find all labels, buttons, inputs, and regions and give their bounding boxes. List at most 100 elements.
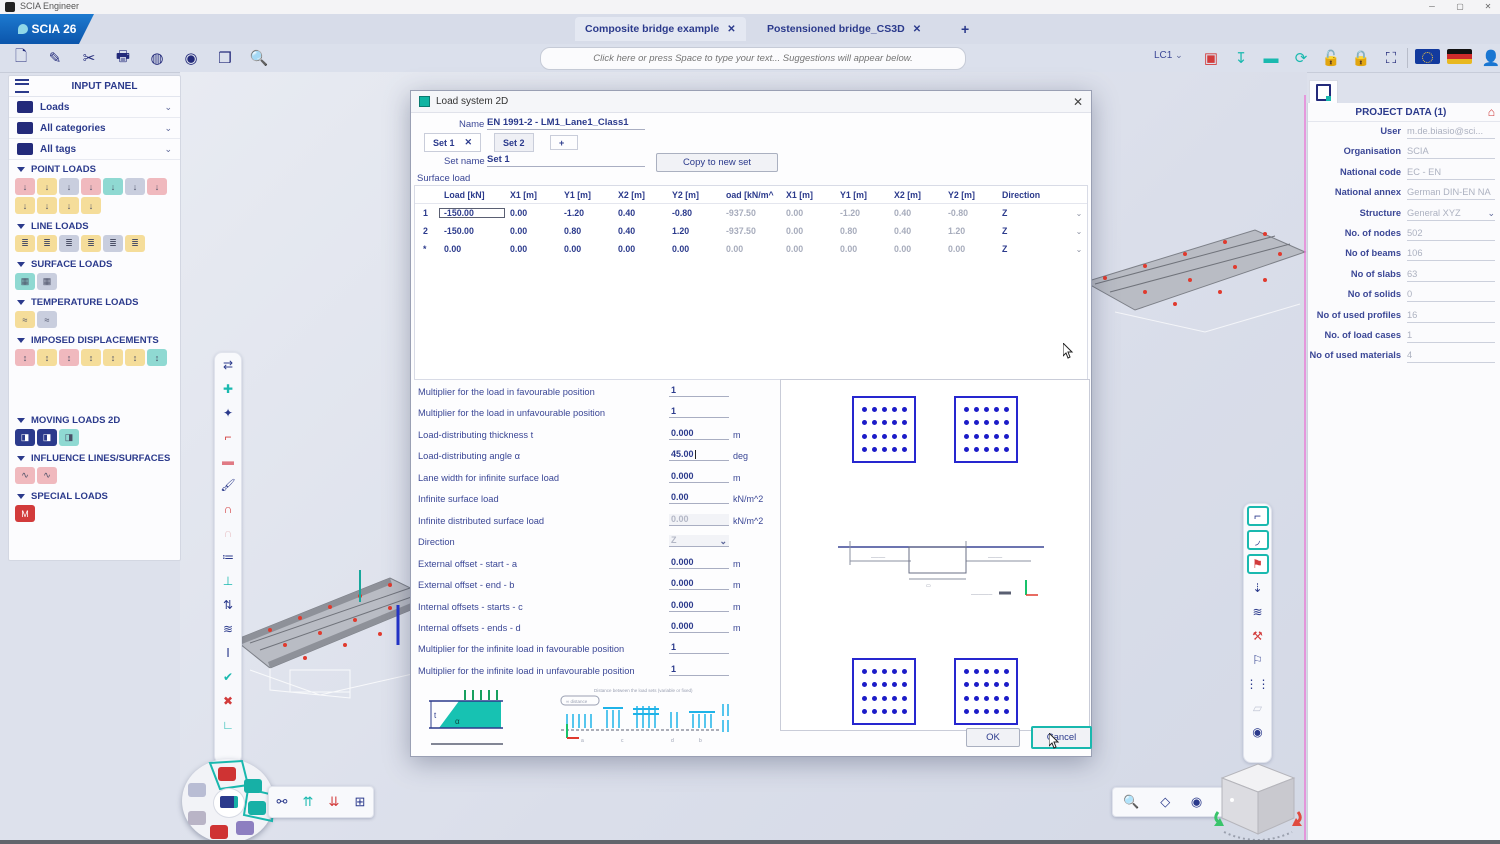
cell-1-0[interactable]: -150.00 [439, 208, 505, 218]
radial-item-girder-bridge[interactable] [248, 801, 266, 815]
close-tab-icon[interactable]: ✕ [727, 24, 735, 35]
cell-*-7[interactable]: 0.00 [835, 244, 889, 254]
steel-connection-icon[interactable]: ⌐ [1247, 506, 1269, 526]
move-node-icon[interactable]: ⇄ [218, 355, 238, 375]
support-pin-icon[interactable]: ⚑ [1247, 554, 1269, 574]
load-tool-icon-3-0[interactable]: ≈ [15, 311, 35, 328]
load-tool-icon-4-4[interactable]: ↕ [103, 349, 123, 366]
member-icon[interactable]: ▬ [1258, 46, 1284, 70]
model-icon[interactable]: ◍ [144, 46, 170, 70]
library-icon[interactable]: ❒ [212, 46, 238, 70]
cell-1-3[interactable]: 0.40 [613, 208, 667, 218]
layers-icon[interactable]: ≋ [218, 619, 238, 639]
minimize-button[interactable]: ─ [1420, 0, 1444, 13]
field-input-3[interactable]: 45.00 [669, 449, 729, 461]
hammer-icon[interactable]: ⚒ [1248, 626, 1268, 646]
load-tool-icon-4-1[interactable]: ↕ [37, 349, 57, 366]
undo-icon[interactable]: ↧ [1228, 46, 1254, 70]
angle-icon[interactable]: ∟ [218, 715, 238, 735]
field-input-0[interactable]: 1 [669, 385, 729, 397]
cell-1-7[interactable]: -1.20 [835, 208, 889, 218]
doc-tab-0[interactable]: Composite bridge example✕ [575, 17, 746, 41]
filter-all-tags[interactable]: All tags⌄ [9, 139, 180, 160]
load-tool-icon-0-6[interactable]: ↓ [147, 178, 167, 195]
cell-*-4[interactable]: 0.00 [667, 244, 721, 254]
name-input[interactable]: EN 1991-2 - LM1_Lane1_Class1 [487, 117, 645, 130]
project-data-tab[interactable] [1309, 80, 1338, 104]
curved-member-icon[interactable]: ◞ [1247, 530, 1269, 550]
new-tab-button[interactable]: + [951, 17, 979, 41]
flag-icon[interactable]: ⚐ [1248, 650, 1268, 670]
cell-2-5[interactable]: -937.50 [721, 226, 781, 236]
filter-all-categories[interactable]: All categories⌄ [9, 118, 180, 139]
field-input-5[interactable]: 0.00 [669, 492, 729, 504]
field-input-9[interactable]: 0.000 [669, 578, 729, 590]
cell-*-0[interactable]: 0.00 [439, 244, 505, 254]
database-icon[interactable]: ≋ [1248, 602, 1268, 622]
load-tool-icon-0-10[interactable]: ↓ [81, 197, 101, 214]
deck-icon[interactable]: ▬ [218, 451, 238, 471]
cell-2-8[interactable]: 0.40 [889, 226, 943, 236]
german-flag-icon[interactable] [1447, 49, 1472, 64]
section-special-loads[interactable]: SPECIAL LOADS [9, 487, 180, 504]
brush-icon[interactable]: 🖌 [218, 475, 238, 495]
expand-icon[interactable]: ⛶ [1378, 46, 1404, 70]
set-tab-1[interactable]: Set 2 [494, 133, 534, 152]
bend-icon[interactable]: ⌐ [218, 427, 238, 447]
load-tool-icon-5-1[interactable]: ◨ [37, 429, 57, 446]
support-display-icon[interactable]: ⇊ [329, 794, 340, 810]
load-tool-icon-0-1[interactable]: ↓ [37, 178, 57, 195]
radial-item-beam-bridge[interactable] [210, 825, 228, 839]
load-display-icon[interactable]: ⇈ [303, 794, 314, 810]
load-tool-icon-2-0[interactable]: ▦ [15, 273, 35, 290]
load-tool-icon-0-5[interactable]: ↓ [125, 178, 145, 195]
load-tool-icon-4-0[interactable]: ↕ [15, 349, 35, 366]
load-tool-icon-0-9[interactable]: ↓ [59, 197, 79, 214]
load-tool-icon-4-5[interactable]: ↕ [125, 349, 145, 366]
field-input-11[interactable]: 0.000 [669, 621, 729, 633]
cell-*-1[interactable]: 0.00 [505, 244, 559, 254]
tools-icon[interactable]: ✂ [76, 46, 102, 70]
load-tool-icon-6-1[interactable]: ∿ [37, 467, 57, 484]
add-node-icon[interactable]: ✚ [218, 379, 238, 399]
delete-icon[interactable]: ✖ [218, 691, 238, 711]
radial-item-barrel[interactable] [188, 811, 206, 825]
cell-2-9[interactable]: 1.20 [943, 226, 997, 236]
lock-closed-icon[interactable]: 🔒 [1348, 46, 1374, 70]
scia-brand-tab[interactable]: SCIA 26 [0, 14, 94, 44]
faded-tool-icon[interactable]: ▱ [1248, 698, 1268, 718]
cell-1-9[interactable]: -0.80 [943, 208, 997, 218]
merge-icon[interactable]: ✦ [218, 403, 238, 423]
eu-flag-icon[interactable] [1415, 49, 1440, 64]
section-surface-loads[interactable]: SURFACE LOADS [9, 255, 180, 272]
cell-1-6[interactable]: 0.00 [781, 208, 835, 218]
section-imposed-displacements[interactable]: IMPOSED DISPLACEMENTS [9, 331, 180, 348]
refresh-icon[interactable]: ⟳ [1288, 46, 1314, 70]
direction-dropdown-icon[interactable]: ⌄ [1071, 245, 1087, 254]
load-tool-icon-0-2[interactable]: ↓ [59, 178, 79, 195]
set-tab-0[interactable]: Set 1✕ [424, 133, 481, 152]
node-display-icon[interactable]: ⚯ [277, 794, 288, 810]
load-tool-icon-0-8[interactable]: ↓ [37, 197, 57, 214]
copy-to-new-set-button[interactable]: Copy to new set [656, 153, 778, 172]
search-input[interactable] [540, 47, 966, 70]
section-point-loads[interactable]: POINT LOADS [9, 160, 180, 177]
load-tool-icon-0-3[interactable]: ↓ [81, 178, 101, 195]
cell-*-5[interactable]: 0.00 [721, 244, 781, 254]
label-display-icon[interactable]: ⊞ [355, 794, 366, 810]
load-tool-icon-1-3[interactable]: ≣ [81, 235, 101, 252]
load-tool-icon-1-1[interactable]: ≣ [37, 235, 57, 252]
load-tool-icon-4-2[interactable]: ↕ [59, 349, 79, 366]
cell-2-6[interactable]: 0.00 [781, 226, 835, 236]
cell-*-3[interactable]: 0.00 [613, 244, 667, 254]
cell-1-1[interactable]: 0.00 [505, 208, 559, 218]
eye-layer-icon[interactable]: ◉ [1248, 722, 1268, 742]
radial-item-truss[interactable] [188, 783, 206, 797]
field-input-7[interactable]: Z⌄ [669, 535, 729, 547]
cell-*-6[interactable]: 0.00 [781, 244, 835, 254]
dots-grid-icon[interactable]: ⋮⋮ [1248, 674, 1268, 694]
edit-icon[interactable]: ✎ [42, 46, 68, 70]
direction-dropdown-icon[interactable]: ⌄ [1071, 209, 1087, 218]
home-icon[interactable]: ⌂ [1488, 105, 1495, 119]
beam-icon[interactable]: ≔ [218, 547, 238, 567]
